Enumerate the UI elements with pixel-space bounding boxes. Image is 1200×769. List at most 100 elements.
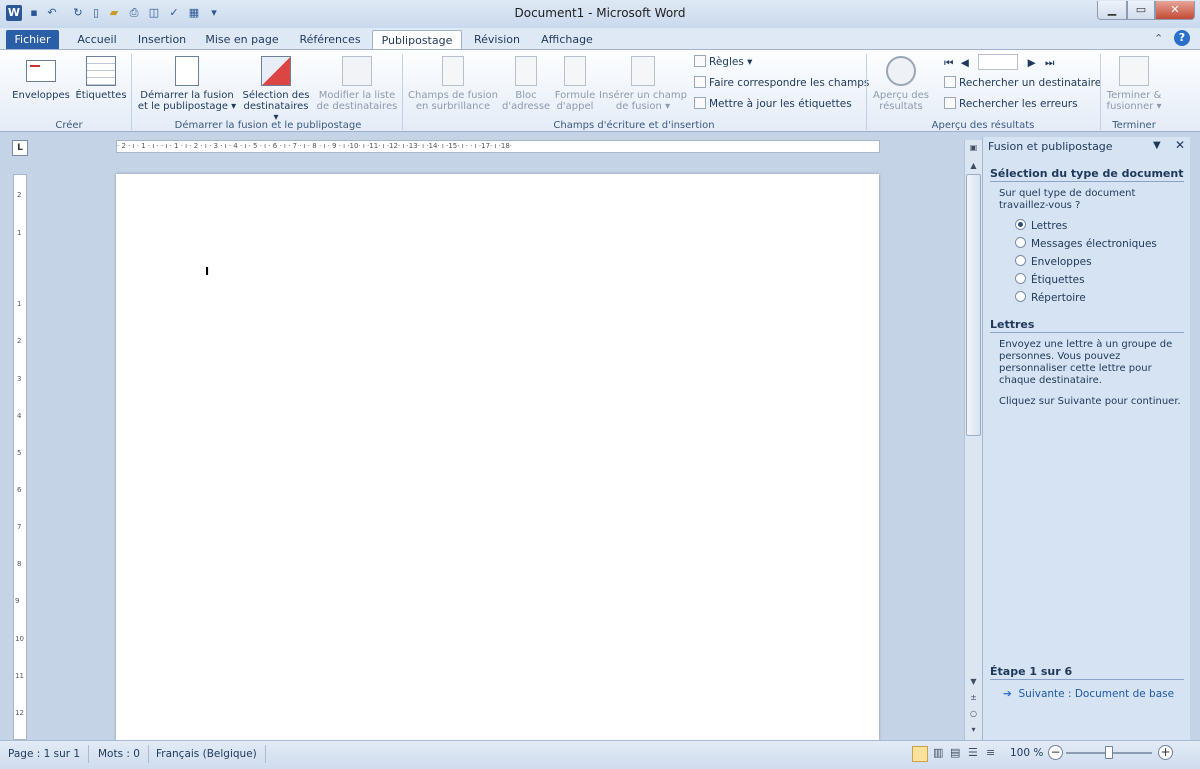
tab-accueil[interactable]: Accueil xyxy=(68,30,126,50)
minimize-button[interactable]: ▁ xyxy=(1097,1,1127,20)
tab-selector-button[interactable]: L xyxy=(12,140,28,156)
regles-button[interactable]: Règles ▾ xyxy=(694,54,752,70)
insert-field-icon xyxy=(631,56,655,86)
ruler-mark: 4 xyxy=(17,412,22,420)
record-number-field[interactable] xyxy=(978,54,1019,70)
ruler-toggle-icon[interactable]: ▣ xyxy=(965,142,982,154)
page-count[interactable]: Page : 1 sur 1 xyxy=(0,745,90,763)
tab-insertion[interactable]: Insertion xyxy=(132,30,192,50)
next-page-icon[interactable]: ▾ xyxy=(965,724,982,736)
ruler-mark: 8 xyxy=(17,560,22,568)
zoom-out-button[interactable]: − xyxy=(1048,745,1063,760)
pane-menu-icon[interactable]: ▼ xyxy=(1153,140,1161,151)
mettre-a-jour-button[interactable]: Mettre à jour les étiquettes xyxy=(694,96,852,112)
tab-affichage[interactable]: Affichage xyxy=(534,30,600,50)
scroll-down-icon[interactable]: ▼ xyxy=(965,676,982,688)
document-page[interactable] xyxy=(116,174,879,740)
minimize-ribbon-icon[interactable]: ⌃ xyxy=(1154,32,1163,45)
start-merge-icon xyxy=(175,56,199,86)
tab-mise-en-page[interactable]: Mise en page xyxy=(200,30,284,50)
zoom-in-button[interactable]: + xyxy=(1158,745,1173,760)
group-label-apercu: Aperçu des résultats xyxy=(931,120,1035,131)
continue-instruction: Cliquez sur Suivante pour continuer. xyxy=(999,396,1181,407)
rules-icon xyxy=(694,55,706,67)
bloc-adresse-button[interactable]: Bloc d'adresse xyxy=(502,56,550,112)
zoom-level[interactable]: 100 % xyxy=(1010,747,1043,759)
finish-merge-icon xyxy=(1119,56,1149,86)
radio-button[interactable] xyxy=(1015,291,1026,302)
tab-references[interactable]: Références xyxy=(294,30,366,50)
tab-publipostage[interactable]: Publipostage xyxy=(372,30,462,50)
vertical-ruler[interactable]: 2 1 1 2 3 4 5 6 7 8 9 10 11 12 xyxy=(13,174,27,740)
option-repertoire[interactable]: Répertoire xyxy=(1015,290,1086,306)
close-button[interactable]: ✕ xyxy=(1155,1,1195,20)
radio-button[interactable] xyxy=(1015,219,1026,230)
browse-object-icon[interactable]: ○ xyxy=(965,708,982,720)
group-label-creer: Créer xyxy=(55,120,83,131)
record-navigation: ⏮ ◀ ▶ ⏭ xyxy=(944,54,1054,70)
previous-record-icon[interactable]: ◀ xyxy=(961,57,969,69)
previous-page-icon[interactable]: ± xyxy=(965,692,982,704)
vertical-scrollbar[interactable]: ▣ ▲ ▼ ± ○ ▾ xyxy=(964,140,982,740)
check-errors-icon xyxy=(944,97,956,109)
ruler-mark: 6 xyxy=(17,486,22,494)
option-enveloppes[interactable]: Enveloppes xyxy=(1015,254,1092,270)
language-indicator[interactable]: Français (Belgique) xyxy=(148,745,266,763)
last-record-icon[interactable]: ⏭ xyxy=(1045,57,1054,69)
status-bar: Page : 1 sur 1 Mots : 0 Français (Belgiq… xyxy=(0,740,1200,769)
draft-view-icon[interactable]: ≡ xyxy=(986,746,995,759)
rechercher-destinataire-button[interactable]: Rechercher un destinataire xyxy=(944,75,1101,91)
document-type-question: Sur quel type de document travaillez-vou… xyxy=(999,188,1136,211)
help-icon[interactable]: ? xyxy=(1174,30,1190,46)
section-document-type-title: Sélection du type de document xyxy=(990,167,1184,182)
ruler-mark: 3 xyxy=(17,375,22,383)
ruler-mark: 12 xyxy=(15,709,24,717)
edit-list-icon xyxy=(342,56,372,86)
next-step-link[interactable]: ➔ Suivante : Document de base xyxy=(1003,688,1174,700)
outline-view-icon[interactable]: ☰ xyxy=(968,746,978,759)
tab-revision[interactable]: Révision xyxy=(468,30,526,50)
reading-view-icon[interactable]: ▥ xyxy=(933,746,943,759)
selection-destinataires-button[interactable]: Sélection des destinataires ▾ xyxy=(240,56,312,123)
window-title: Document1 - Microsoft Word xyxy=(514,6,686,20)
radio-button[interactable] xyxy=(1015,273,1026,284)
rechercher-erreurs-button[interactable]: Rechercher les erreurs xyxy=(944,96,1078,112)
faire-correspondre-button[interactable]: Faire correspondre les champs xyxy=(694,75,869,91)
radio-button[interactable] xyxy=(1015,237,1026,248)
first-record-icon[interactable]: ⏮ xyxy=(944,57,953,69)
word-count[interactable]: Mots : 0 xyxy=(90,745,149,763)
group-label-demarrer: Démarrer la fusion et le publipostage xyxy=(174,120,362,131)
labels-icon xyxy=(86,56,116,86)
etiquettes-button[interactable]: Étiquettes xyxy=(74,56,128,101)
web-layout-view-icon[interactable]: ▤ xyxy=(950,746,960,759)
scroll-up-icon[interactable]: ▲ xyxy=(965,160,982,172)
zoom-slider-thumb[interactable] xyxy=(1105,746,1113,759)
maximize-button[interactable]: ▭ xyxy=(1127,1,1155,20)
print-layout-view-icon[interactable] xyxy=(912,746,928,762)
terminer-fusionner-button[interactable]: Terminer & fusionner ▾ xyxy=(1104,56,1164,112)
demarrer-fusion-button[interactable]: Démarrer la fusion et le publipostage ▾ xyxy=(136,56,238,112)
text-cursor: I xyxy=(205,265,210,278)
inserer-champ-button[interactable]: Insérer un champ de fusion ▾ xyxy=(598,56,688,112)
option-messages[interactable]: Messages électroniques xyxy=(1015,236,1157,252)
modifier-liste-button[interactable]: Modifier la liste de destinataires xyxy=(316,56,398,112)
ruler-mark: 1 xyxy=(17,229,22,237)
recipients-icon xyxy=(261,56,291,86)
next-record-icon[interactable]: ▶ xyxy=(1028,57,1036,69)
scroll-thumb[interactable] xyxy=(966,174,981,436)
horizontal-ruler[interactable]: · 2 · ı · 1 · ı · · ı · 1 · ı · 2 · ı · … xyxy=(116,140,880,153)
address-block-icon xyxy=(515,56,537,86)
group-separator xyxy=(1100,54,1101,130)
enveloppes-button[interactable]: Enveloppes xyxy=(12,56,70,101)
option-lettres[interactable]: Lettres xyxy=(1015,218,1067,234)
highlight-fields-icon xyxy=(442,56,464,86)
arrow-right-icon: ➔ xyxy=(1003,688,1012,700)
radio-button[interactable] xyxy=(1015,255,1026,266)
pane-close-icon[interactable]: ✕ xyxy=(1175,138,1185,152)
champs-surbrillance-button[interactable]: Champs de fusion en surbrillance xyxy=(406,56,500,112)
apercu-resultats-button[interactable]: Aperçu des résultats xyxy=(870,56,932,112)
greeting-line-icon xyxy=(564,56,586,86)
tab-fichier[interactable]: Fichier xyxy=(6,30,59,50)
formule-appel-button[interactable]: Formule d'appel xyxy=(552,56,598,112)
option-etiquettes[interactable]: Étiquettes xyxy=(1015,272,1085,288)
